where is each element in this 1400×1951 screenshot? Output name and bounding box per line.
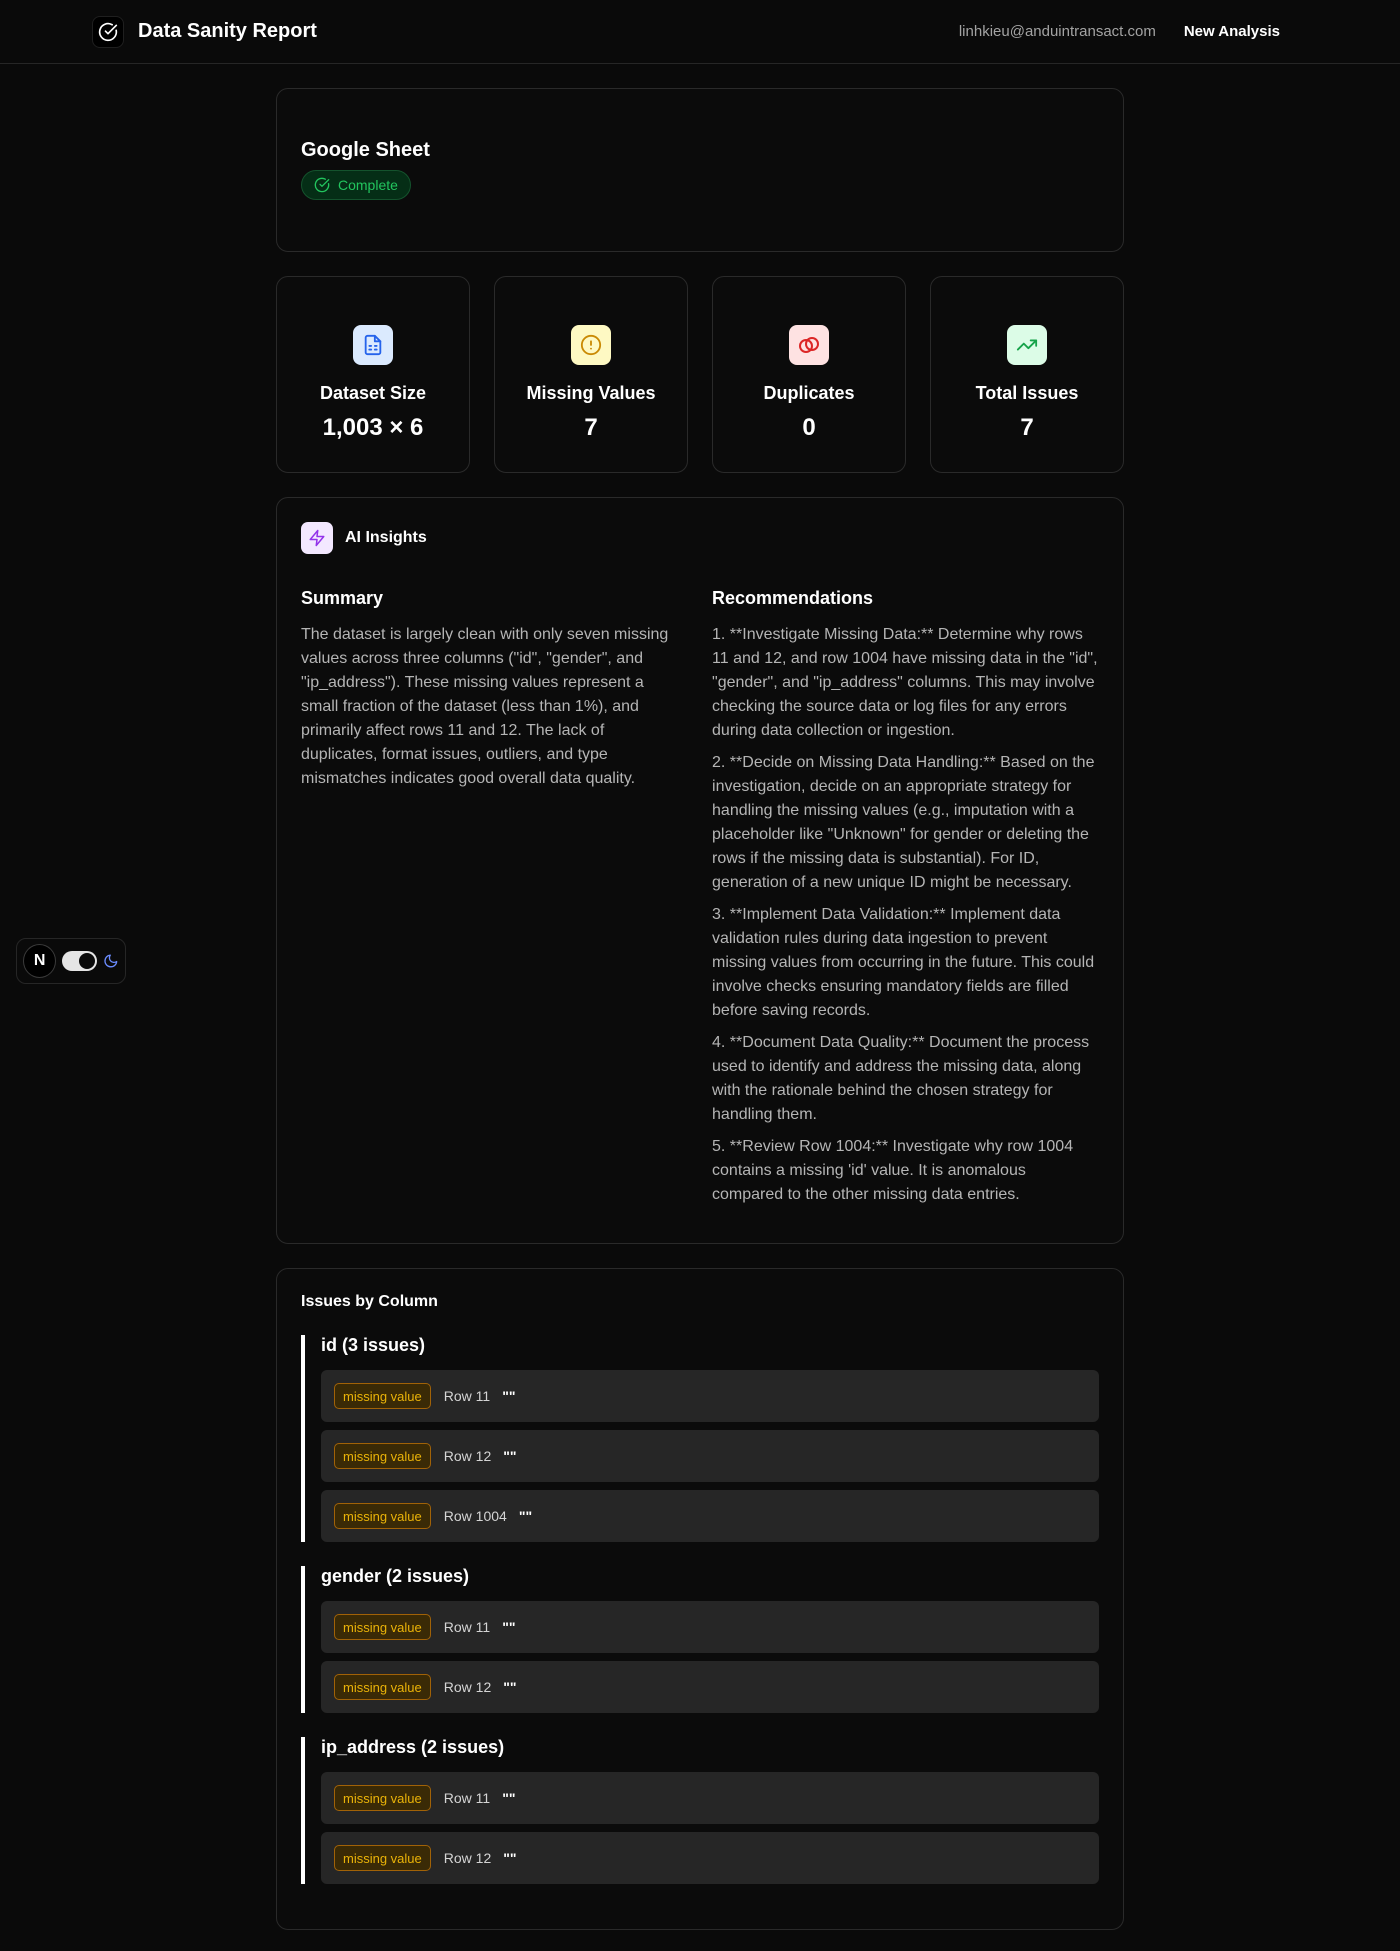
stat-label: Dataset Size [319,383,427,403]
stat-card-missing-values: Missing Values 7 [494,276,688,473]
issue-value: "" [502,1790,516,1806]
trending-up-icon [1007,325,1047,365]
stat-label: Missing Values [526,383,656,403]
issue-row-number: Row 1004 [443,1508,507,1524]
issue-value: "" [503,1448,517,1464]
issue-type-badge: missing value [334,1785,431,1811]
copy-icon [789,325,829,365]
source-card: Google Sheet Complete [276,88,1124,252]
issue-type-badge: missing value [334,1503,431,1529]
stat-card-dataset-size: Dataset Size 1,003 × 6 [276,276,470,473]
issue-row-number: Row 11 [443,1388,491,1404]
stat-value: 0 [802,414,816,441]
issue-value: "" [502,1388,516,1404]
theme-toggle[interactable] [62,951,98,971]
check-circle-logo-icon [92,15,124,48]
summary-section: Summary The dataset is largely clean wit… [301,588,674,1215]
issue-value: "" [518,1508,533,1524]
header-actions: linhkieu@anduintransact.com New Analysis [959,23,1280,40]
status-text: Complete [338,177,398,193]
recommendations-section: Recommendations 1. **Investigate Missing… [712,588,1099,1215]
issue-row-number: Row 11 [443,1619,491,1635]
stat-value: 7 [584,414,598,441]
stat-label: Total Issues [975,383,1079,403]
summary-text: The dataset is largely clean with only s… [301,626,669,787]
file-spreadsheet-icon [353,325,393,365]
check-circle-icon [314,177,330,193]
issue-value: "" [503,1850,517,1866]
alert-circle-icon [571,325,611,365]
source-title: Google Sheet [301,139,430,161]
insights-title: AI Insights [345,529,427,546]
issue-row: missing value Row 12 "" [321,1832,1099,1884]
issue-row-number: Row 12 [443,1448,492,1464]
issue-type-badge: missing value [334,1443,431,1469]
issue-type-badge: missing value [334,1674,431,1700]
recommendation-item: 4. **Document Data Quality:** Document t… [712,1034,1090,1123]
issue-row-number: Row 11 [443,1790,491,1806]
issue-row: missing value Row 12 "" [321,1661,1099,1713]
issue-row: missing value Row 11 "" [321,1601,1099,1653]
issue-value: "" [502,1619,516,1635]
nextjs-logo-icon[interactable]: N [23,944,57,978]
report-main: Google Sheet Complete Dataset Size 1,003… [276,88,1124,1930]
app-title: Data Sanity Report [138,20,317,42]
issue-type-badge: missing value [334,1845,431,1871]
issue-row: missing value Row 11 "" [321,1772,1099,1824]
recommendations-heading: Recommendations [712,588,874,608]
issue-type-badge: missing value [334,1383,431,1409]
new-analysis-link[interactable]: New Analysis [1184,23,1280,40]
issue-row: missing value Row 12 "" [321,1430,1099,1482]
issue-type-badge: missing value [334,1614,431,1640]
dev-tools-widget: N [16,938,126,984]
issue-group-ip-address: ip_address (2 issues) missing value Row … [301,1737,1099,1884]
issues-by-column-card: Issues by Column id (3 issues) missing v… [276,1268,1124,1930]
insights-columns: Summary The dataset is largely clean wit… [301,588,1099,1215]
issue-row-number: Row 12 [443,1850,492,1866]
issue-group-gender: gender (2 issues) missing value Row 11 "… [301,1566,1099,1713]
insights-header: AI Insights [301,522,1099,554]
issue-group-title: gender (2 issues) [321,1566,470,1586]
issue-value: "" [503,1679,517,1695]
top-navbar: Data Sanity Report linhkieu@anduintransa… [0,0,1400,64]
recommendation-item: 2. **Decide on Missing Data Handling:** … [712,754,1095,891]
recommendation-item: 5. **Review Row 1004:** Investigate why … [712,1138,1074,1203]
issue-row: missing value Row 11 "" [321,1370,1099,1422]
brand[interactable]: Data Sanity Report [92,15,317,48]
recommendation-item: 3. **Implement Data Validation:** Implem… [712,906,1095,1019]
moon-icon [104,954,118,968]
zap-icon [301,522,333,554]
stat-value: 1,003 × 6 [322,414,424,441]
stat-card-total-issues: Total Issues 7 [930,276,1124,473]
issue-group-title: id (3 issues) [321,1335,426,1355]
issues-title: Issues by Column [301,1293,438,1310]
stat-card-duplicates: Duplicates 0 [712,276,906,473]
issue-row: missing value Row 1004 "" [321,1490,1099,1542]
stat-label: Duplicates [763,383,855,403]
recommendation-item: 1. **Investigate Missing Data:** Determi… [712,626,1098,739]
status-badge: Complete [301,170,411,200]
stats-row: Dataset Size 1,003 × 6 Missing Values 7 … [276,276,1124,473]
issue-group-title: ip_address (2 issues) [321,1737,505,1757]
toggle-knob [79,953,96,969]
ai-insights-card: AI Insights Summary The dataset is large… [276,497,1124,1244]
summary-heading: Summary [301,588,384,608]
stat-value: 7 [1020,414,1034,441]
issue-group-id: id (3 issues) missing value Row 11 "" mi… [301,1335,1099,1542]
user-email: linhkieu@anduintransact.com [958,23,1156,40]
issue-row-number: Row 12 [443,1679,492,1695]
